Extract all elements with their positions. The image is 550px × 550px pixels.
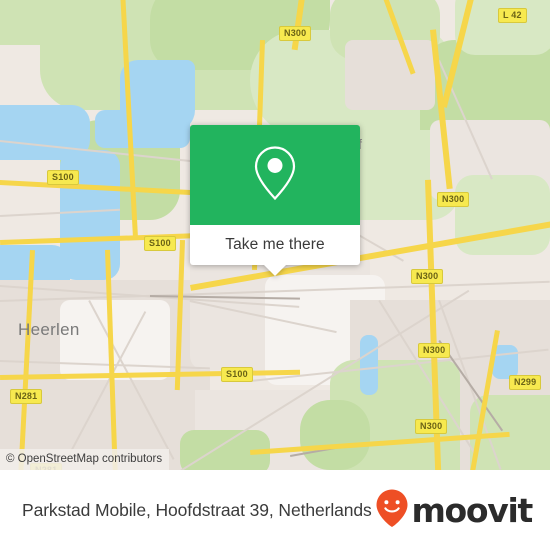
road-shield: N281: [10, 389, 43, 404]
moovit-brand[interactable]: moovit: [375, 488, 533, 533]
road-shield: S100: [47, 170, 79, 185]
road-shield: N300: [418, 343, 451, 358]
location-title: Parkstad Mobile, Hoofdstraat 39, Netherl…: [22, 499, 372, 520]
road-shield: N300: [279, 26, 312, 41]
road-shield: L 42: [498, 8, 527, 23]
take-me-there-label: Take me there: [225, 236, 325, 253]
popup-action-panel[interactable]: Take me there: [190, 225, 360, 276]
footer-bar: Parkstad Mobile, Hoofdstraat 39, Netherl…: [0, 470, 550, 550]
map-screenshot: Heerlen af N300 L 42 S100 N300 S100 N300…: [0, 0, 550, 550]
road-shield: S100: [144, 236, 176, 251]
popup-image-panel: [190, 125, 360, 225]
road-shield: N300: [415, 419, 448, 434]
osm-attribution[interactable]: © OpenStreetMap contributors: [0, 449, 170, 470]
map-pin-icon: [252, 144, 298, 207]
road-shield: N300: [437, 192, 470, 207]
road-shield: N300: [411, 269, 444, 284]
popup-tail: [264, 265, 286, 276]
road-shield: S100: [221, 367, 253, 382]
map-canvas[interactable]: Heerlen af N300 L 42 S100 N300 S100 N300…: [0, 0, 550, 470]
road-shield: N299: [509, 375, 542, 390]
location-popup[interactable]: Take me there: [190, 125, 360, 276]
moovit-wordmark: moovit: [411, 490, 533, 530]
moovit-pin-smiley-icon: [375, 488, 409, 533]
